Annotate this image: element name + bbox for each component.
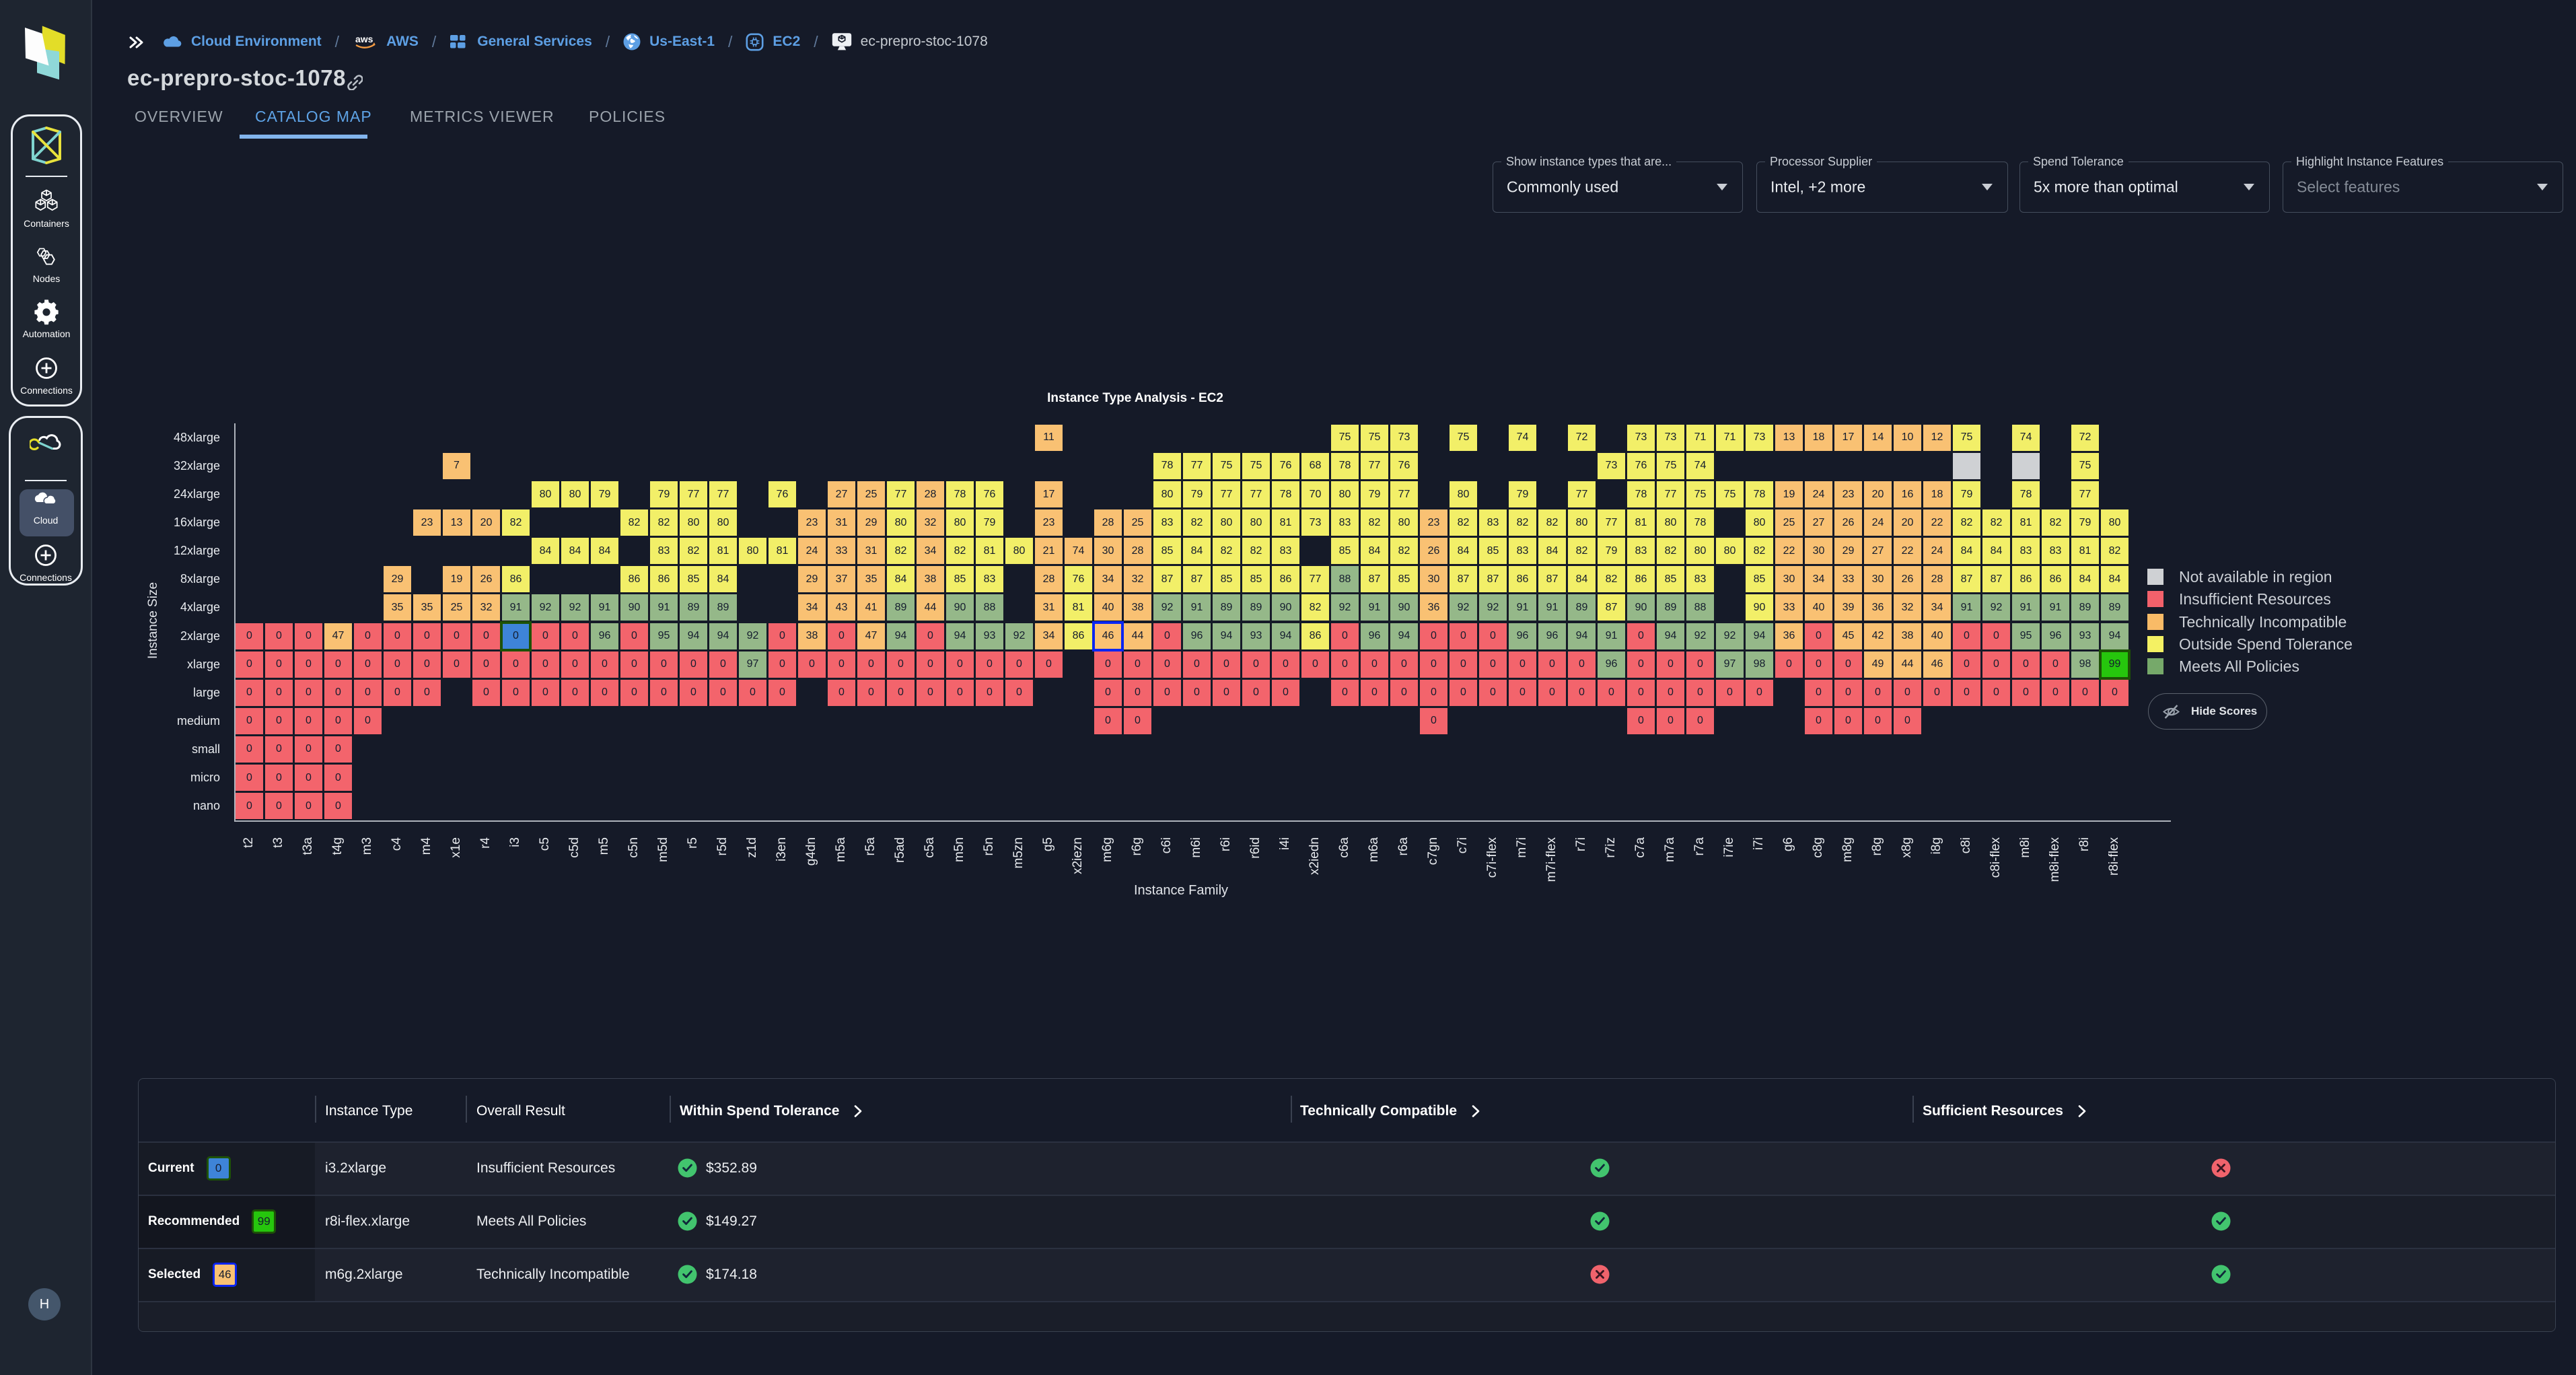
svg-text:aws: aws bbox=[355, 34, 373, 44]
